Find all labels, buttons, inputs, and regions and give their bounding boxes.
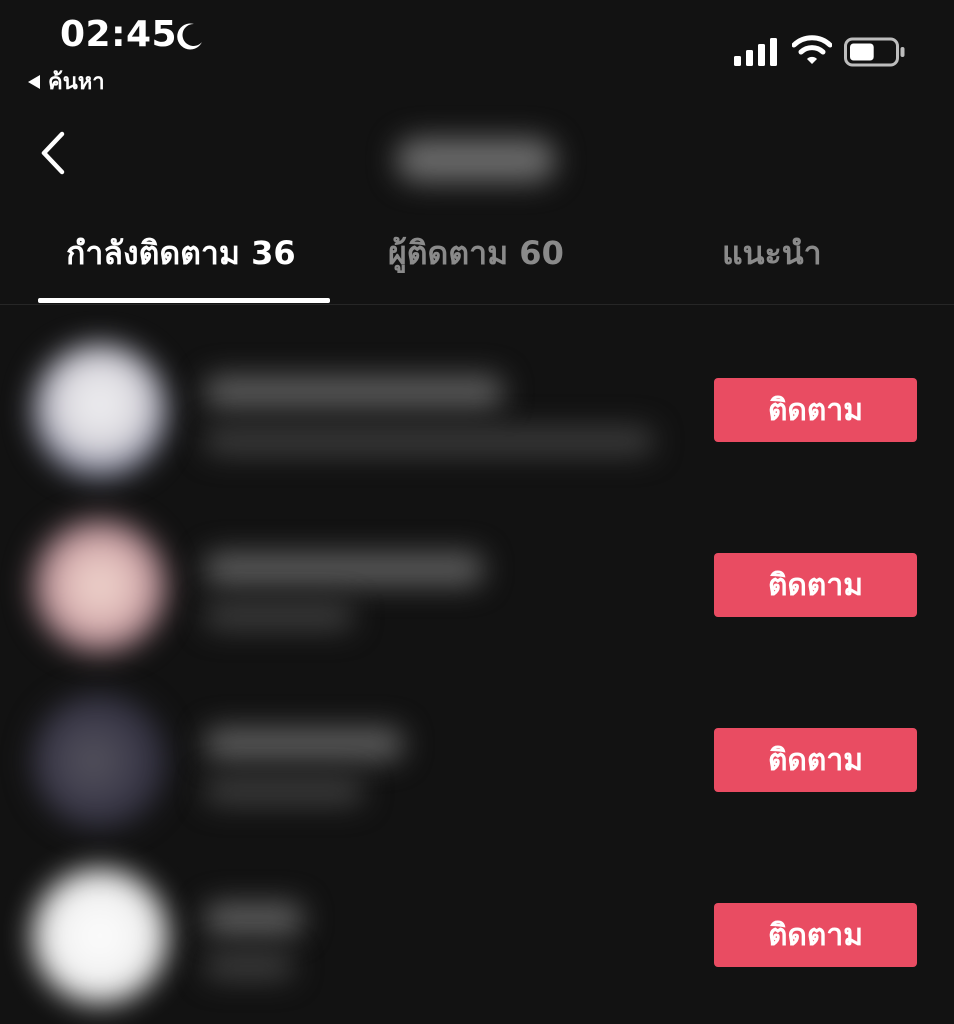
user-subtitle-blurred — [204, 427, 654, 455]
user-subtitle-blurred — [204, 602, 354, 630]
tab-suggested[interactable]: แนะนำ — [722, 228, 822, 279]
back-triangle-icon — [28, 74, 40, 89]
user-subtitle-blurred — [204, 777, 364, 805]
status-time: 02:45 — [60, 14, 178, 55]
follow-button[interactable]: ติดตาม — [714, 378, 917, 442]
battery-icon — [844, 37, 905, 67]
navigation-bar — [0, 110, 954, 200]
avatar[interactable] — [32, 518, 168, 654]
list-item[interactable]: ติดตาม — [0, 655, 954, 830]
username-blurred — [204, 727, 404, 761]
user-subtitle-blurred — [204, 952, 294, 980]
follow-button[interactable]: ติดตาม — [714, 728, 917, 792]
signal-icon — [734, 38, 777, 66]
back-to-app-link[interactable]: ค้นหา — [28, 64, 105, 99]
follow-button[interactable]: ติดตาม — [714, 553, 917, 617]
avatar[interactable] — [32, 343, 168, 479]
chevron-left-icon[interactable] — [30, 128, 80, 178]
list-item[interactable]: ติดตาม — [0, 480, 954, 655]
active-tab-indicator — [38, 298, 330, 303]
username-blurred — [204, 552, 484, 586]
list-item[interactable]: ติดตาม — [0, 830, 954, 1005]
status-bar: 02:45 ค้นหา — [0, 0, 954, 100]
list-item[interactable]: ติดตาม — [0, 305, 954, 480]
avatar[interactable] — [32, 868, 168, 1004]
back-app-label: ค้นหา — [48, 70, 105, 95]
avatar[interactable] — [32, 693, 168, 829]
moon-icon — [177, 23, 202, 50]
tab-following[interactable]: กำลังติดตาม 36 — [66, 228, 296, 279]
page-title-blurred — [396, 138, 556, 182]
follow-button[interactable]: ติดตาม — [714, 903, 917, 967]
tab-followers[interactable]: ผู้ติดตาม 60 — [388, 228, 564, 279]
wifi-icon — [792, 35, 832, 64]
tab-bar: กำลังติดตาม 36 ผู้ติดตาม 60 แนะนำ — [0, 208, 954, 305]
username-blurred — [204, 902, 304, 936]
username-blurred — [204, 375, 504, 409]
